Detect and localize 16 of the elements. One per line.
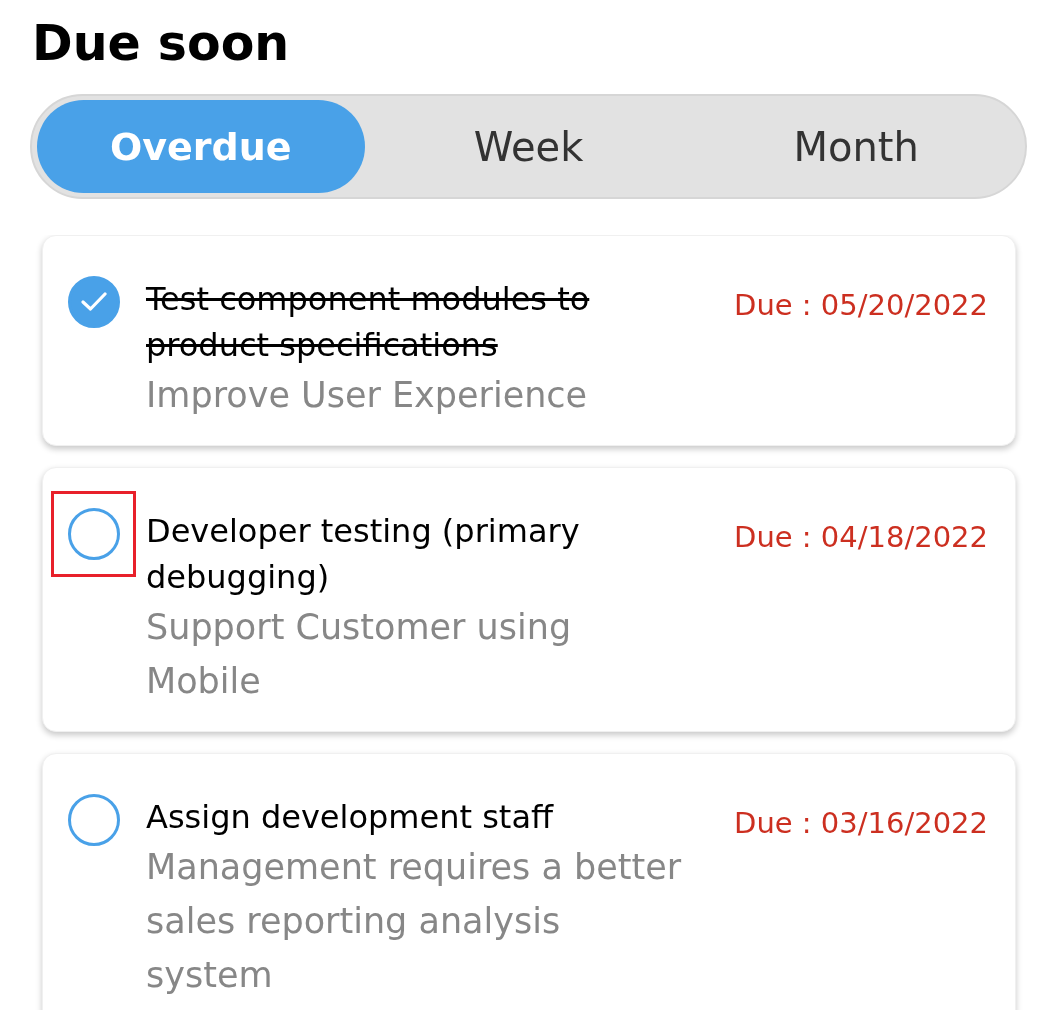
check-icon [81, 292, 107, 312]
tab[interactable]: Week [364, 100, 693, 193]
task-title: Developer testing (primary debugging) [146, 511, 581, 598]
task-subtitle: Management requires a better sales reporting analysis system [146, 846, 683, 997]
due-date: Due : 05/20/2022 [734, 287, 988, 324]
task-title: Assign development staff [146, 797, 555, 838]
checkbox[interactable] [68, 508, 120, 560]
due-date: Due : 03/16/2022 [734, 805, 988, 842]
task-title: Test component modules to product specifications [146, 279, 591, 366]
due-date: Due : 04/18/2022 [734, 519, 988, 556]
tab[interactable]: Month [692, 100, 1020, 193]
task-subtitle: Support Customer using Mobile [146, 606, 573, 703]
checkbox[interactable] [68, 794, 120, 846]
checkbox[interactable] [68, 276, 120, 328]
task-subtitle: Improve User Experience [146, 374, 589, 417]
page-title: Due soon [32, 14, 290, 74]
